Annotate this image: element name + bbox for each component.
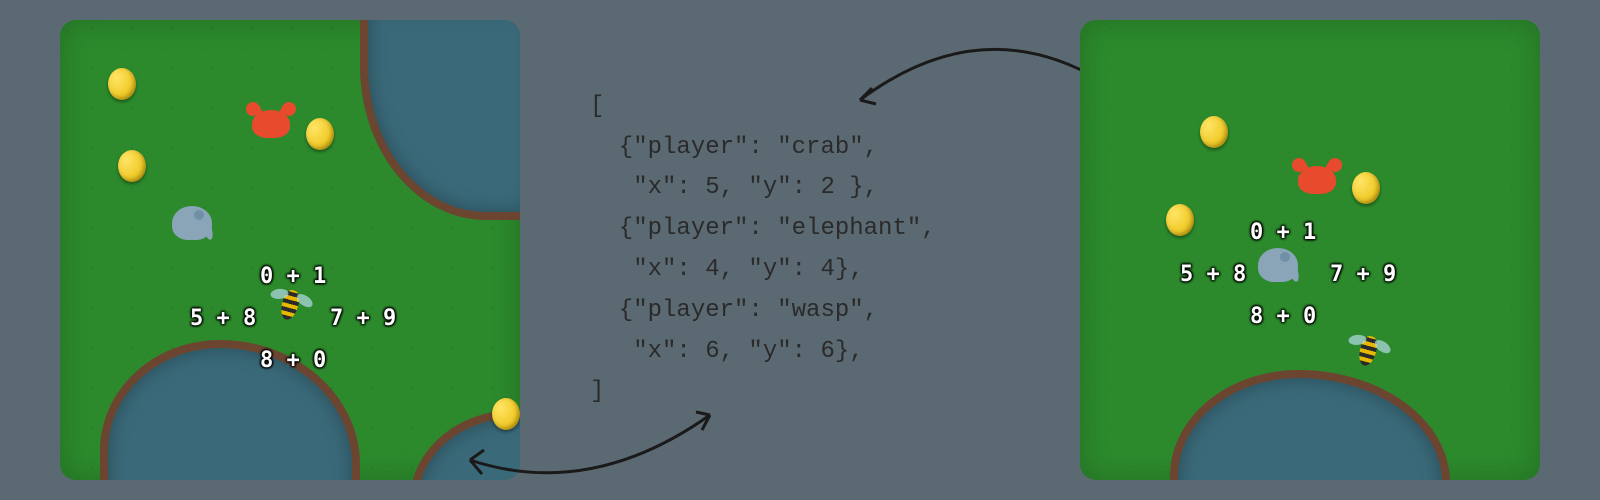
json-code-block: [ {"player": "crab", "x": 5, "y": 2 }, {…: [550, 87, 1050, 413]
math-label: 8 + 0: [1250, 304, 1316, 329]
wasp-sprite: [282, 290, 298, 320]
math-label: 7 + 9: [1330, 262, 1396, 287]
coin-icon: [118, 150, 146, 182]
coin-icon: [108, 68, 136, 100]
crab-sprite: [252, 110, 290, 138]
coin-icon: [306, 118, 334, 150]
game-screen-right: 0 + 1 5 + 8 7 + 9 8 + 0: [1080, 20, 1540, 480]
math-label: 5 + 8: [1180, 262, 1246, 287]
math-label: 5 + 8: [190, 306, 256, 331]
elephant-sprite: [1258, 248, 1298, 282]
elephant-sprite: [172, 206, 212, 240]
math-label: 0 + 1: [260, 264, 326, 289]
game-screen-left: 0 + 1 5 + 8 7 + 9 8 + 0: [60, 20, 520, 480]
coin-icon: [492, 398, 520, 430]
math-label: 8 + 0: [260, 348, 326, 373]
coin-icon: [1200, 116, 1228, 148]
coin-icon: [1352, 172, 1380, 204]
wasp-sprite: [1360, 336, 1376, 366]
math-label: 0 + 1: [1250, 220, 1316, 245]
math-label: 7 + 9: [330, 306, 396, 331]
coin-icon: [1166, 204, 1194, 236]
crab-sprite: [1298, 166, 1336, 194]
